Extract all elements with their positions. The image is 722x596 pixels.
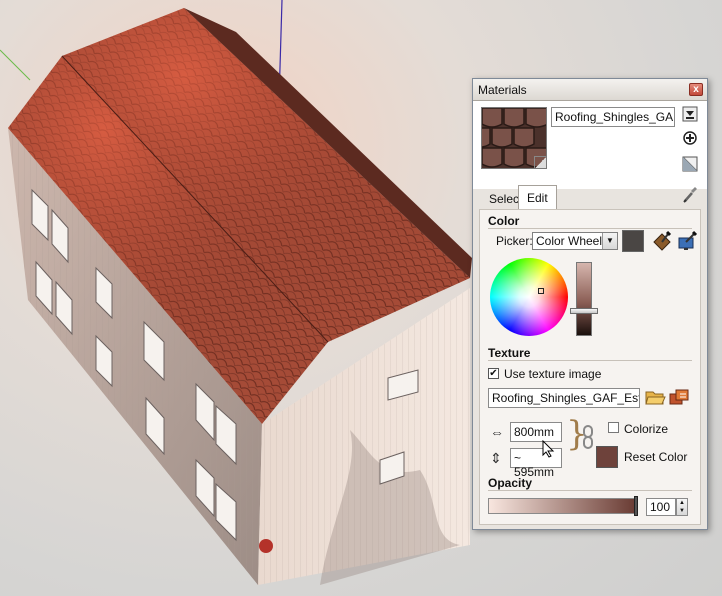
default-material-icon[interactable] [681,155,699,173]
chevron-down-icon: ▼ [602,233,617,249]
tab-bar: Select Edit [473,185,707,209]
opacity-slider-handle[interactable] [634,496,638,516]
color-wheel-marker[interactable] [538,288,544,294]
opacity-spinner[interactable]: ▲ ▼ [676,498,688,516]
texture-divider [488,360,692,361]
brightness-slider-handle[interactable] [570,308,598,314]
picker-label: Picker: [496,234,533,248]
color-section-label: Color [488,214,520,228]
materials-panel: Materials x Roofing_Shingles_GA Select E… [472,78,708,530]
colorize-checkbox[interactable] [608,422,619,433]
close-button[interactable]: x [689,83,703,96]
opacity-divider [488,490,692,491]
opacity-value-input[interactable]: 100 [646,498,676,516]
material-swatch[interactable] [481,107,547,169]
address-sign [259,539,273,553]
opacity-section-label: Opacity [488,476,533,490]
width-arrow-icon: ⇔ [490,424,504,440]
details-arrow-icon[interactable] [681,105,699,123]
eyedropper-icon[interactable] [681,185,699,205]
edit-texture-icon[interactable] [668,386,690,408]
swatch-corner-marker [534,156,546,168]
picker-dropdown[interactable]: Color Wheel ▼ [532,232,618,250]
reset-color-swatch[interactable] [596,446,618,468]
reset-color-label[interactable]: Reset Color [624,450,687,464]
texture-section-label: Texture [488,346,531,360]
edit-pane: Color Picker: Color Wheel ▼ Texture ✔ Us… [479,209,701,525]
material-name-field[interactable]: Roofing_Shingles_GAF_E [551,107,675,127]
chain-link-icon[interactable] [582,424,594,450]
colorize-label: Colorize [624,422,669,436]
brightness-bar[interactable] [576,262,592,336]
create-material-icon[interactable] [681,129,699,147]
color-divider [488,228,692,229]
picker-value: Color Wheel [536,234,603,248]
panel-titlebar[interactable]: Materials x [473,79,707,101]
match-screen-color-icon[interactable] [676,230,698,252]
color-wheel[interactable] [490,258,568,336]
green-axis [0,49,31,81]
browse-folder-icon[interactable] [644,386,666,408]
height-arrow-icon: ⇕ [490,450,502,466]
opacity-slider-track[interactable] [488,498,636,514]
mouse-cursor-icon [542,440,555,458]
current-color-swatch [622,230,644,252]
panel-title: Materials [478,83,527,97]
use-texture-label: Use texture image [504,367,602,381]
use-texture-checkbox[interactable]: ✔ [488,368,499,379]
texture-width-input[interactable]: 800mm [510,422,562,442]
texture-file-field[interactable]: Roofing_Shingles_GAF_Estates [488,388,640,408]
material-preview-area: Roofing_Shingles_GAF_E [473,101,707,189]
tab-edit[interactable]: Edit [518,185,557,209]
match-model-color-icon[interactable] [650,230,672,252]
